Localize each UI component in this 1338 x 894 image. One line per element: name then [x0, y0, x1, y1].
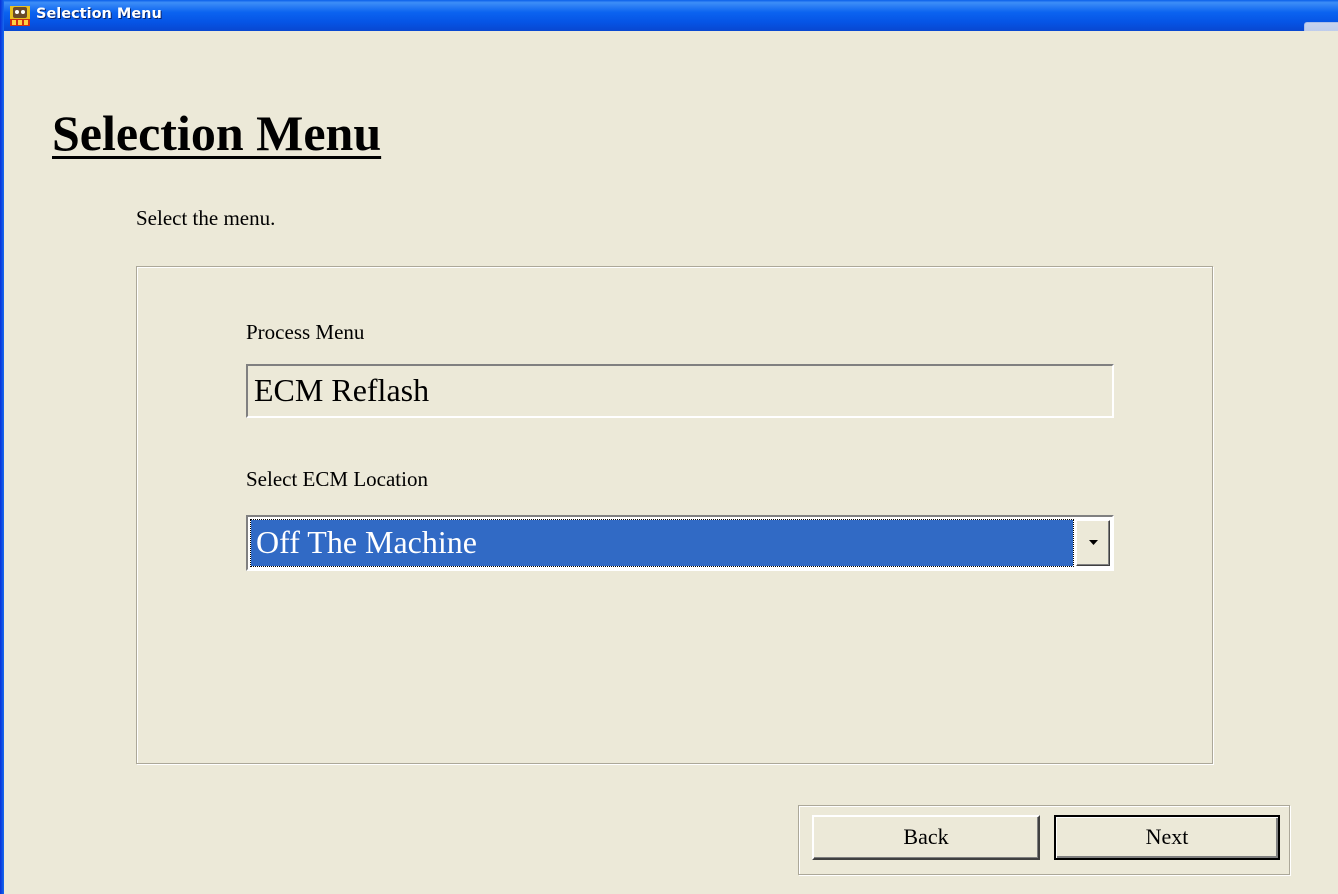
process-menu-label: Process Menu — [246, 320, 365, 344]
ecm-location-selected-value[interactable]: Off The Machine — [250, 519, 1074, 567]
title-bar[interactable]: Selection Menu — [0, 0, 1338, 31]
window-title: Selection Menu — [36, 6, 162, 22]
ecm-location-label: Select ECM Location — [246, 467, 428, 491]
ecm-location-select[interactable]: Off The Machine — [246, 515, 1114, 571]
machine-app-icon — [10, 6, 30, 26]
instruction-text: Select the menu. — [136, 206, 276, 230]
page-title: Selection Menu — [52, 105, 382, 161]
selection-menu-window: Selection Menu Selection Menu Select the… — [0, 0, 1338, 894]
next-button[interactable]: Next — [1054, 815, 1280, 860]
back-button[interactable]: Back — [812, 815, 1040, 860]
process-menu-field: ECM Reflash — [246, 364, 1114, 418]
ecm-location-dropdown-button[interactable] — [1076, 520, 1110, 566]
